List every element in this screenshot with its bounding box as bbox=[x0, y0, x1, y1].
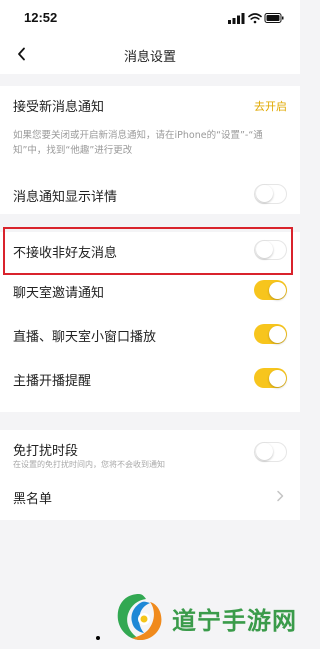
highlight-box bbox=[3, 227, 293, 275]
home-indicator bbox=[96, 636, 100, 640]
watermark: 道宁手游网 bbox=[112, 590, 296, 644]
setting-row-small-window: 直播、聊天室小窗口播放 bbox=[0, 316, 300, 352]
dnd-hint: 在设置的免打扰时间内，您将不会收到通知 bbox=[13, 460, 165, 469]
blacklist-label: 黑名单 bbox=[13, 492, 53, 507]
privacy-section: 免打扰时段 在设置的免打扰时间内，您将不会收到通知 黑名单 bbox=[0, 430, 300, 520]
setting-row-live-reminder: 主播开播提醒 bbox=[0, 360, 300, 396]
signal-icon bbox=[228, 13, 245, 24]
navigation-bar: 消息设置 bbox=[0, 34, 300, 74]
small-window-toggle[interactable] bbox=[254, 324, 287, 344]
dnd-toggle[interactable] bbox=[254, 442, 287, 462]
chatroom-invite-toggle[interactable] bbox=[254, 280, 287, 300]
chatroom-invite-label: 聊天室邀请通知 bbox=[13, 286, 105, 301]
enable-notifications-link[interactable]: 去开启 bbox=[254, 98, 287, 114]
show-details-toggle[interactable] bbox=[254, 184, 287, 204]
setting-row-show-details: 消息通知显示详情 bbox=[0, 176, 300, 212]
setting-row-dnd: 免打扰时段 在设置的免打扰时间内，您将不会收到通知 bbox=[0, 432, 300, 472]
status-time: 12:52 bbox=[24, 10, 58, 25]
blacklist-row[interactable]: 黑名单 bbox=[0, 478, 300, 514]
show-details-label: 消息通知显示详情 bbox=[13, 190, 118, 205]
chevron-right-icon bbox=[277, 490, 284, 502]
status-icons bbox=[228, 13, 284, 24]
small-window-label: 直播、聊天室小窗口播放 bbox=[13, 330, 157, 345]
wifi-icon bbox=[248, 13, 262, 24]
battery-icon bbox=[264, 13, 284, 23]
watermark-text: 道宁手游网 bbox=[172, 607, 297, 635]
watermark-logo-icon bbox=[117, 594, 162, 641]
accept-notifications-label: 接受新消息通知 bbox=[13, 100, 105, 115]
dnd-label: 免打扰时段 bbox=[13, 444, 79, 459]
live-reminder-label: 主播开播提醒 bbox=[13, 374, 92, 389]
toggle-knob bbox=[256, 185, 273, 202]
page-title: 消息设置 bbox=[123, 50, 176, 65]
notification-hint: 如果您要关闭或开启新消息通知，请在iPhone的“设置”-“通知”中，找到“他趣… bbox=[13, 130, 263, 156]
toggle-knob bbox=[269, 325, 286, 343]
setting-row-chatroom-invite: 聊天室邀请通知 bbox=[0, 272, 300, 308]
status-bar: 12:52 bbox=[0, 0, 300, 34]
accept-notifications-row[interactable]: 接受新消息通知 去开启 bbox=[0, 86, 300, 122]
toggle-knob bbox=[269, 281, 286, 299]
live-reminder-toggle[interactable] bbox=[254, 368, 287, 388]
toggle-knob bbox=[256, 443, 273, 460]
notification-section: 接受新消息通知 去开启 如果您要关闭或开启新消息通知，请在iPhone的“设置”… bbox=[0, 86, 300, 214]
toggle-knob bbox=[269, 369, 286, 387]
